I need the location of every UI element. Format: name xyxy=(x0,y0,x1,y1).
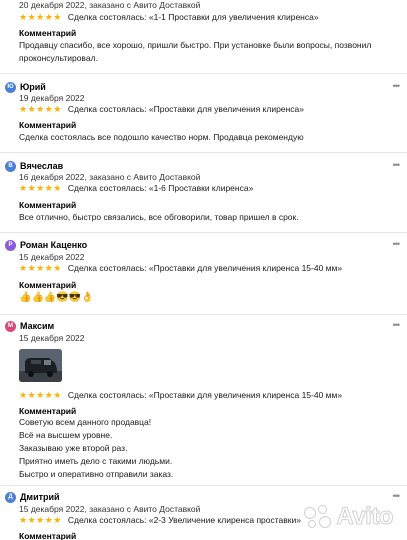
review-author: Р Роман Каценко xyxy=(5,237,87,253)
rating-stars: ★★★★★ xyxy=(19,103,62,114)
comment-line: Все отлично, быстро связались, все обгов… xyxy=(19,212,299,222)
more-icon[interactable]: ••• xyxy=(393,321,401,330)
review-date: 15 декабря 2022 xyxy=(19,252,85,262)
review-deal: ★★★★★ Сделка состоялась: «2-3 Увеличение… xyxy=(19,515,301,525)
comment-label: Комментарий xyxy=(19,120,77,130)
rating-stars: ★★★★★ xyxy=(19,389,62,400)
comment-text: Все отлично, быстро связались, все обгов… xyxy=(19,211,394,224)
review-date: 15 декабря 2022 xyxy=(19,333,85,343)
rating-stars: ★★★★★ xyxy=(19,11,62,22)
avatar[interactable]: М xyxy=(5,320,16,332)
deal-text: Сделка состоялась: «Проставки для увелич… xyxy=(67,263,343,273)
rating-stars: ★★★★★ xyxy=(19,182,62,193)
review-deal: ★★★★★ Сделка состоялась: «1-6 Проставки … xyxy=(19,183,253,193)
comment-text: 👍👍👍😎😎👌 xyxy=(19,291,394,304)
author-name[interactable]: Роман Каценко xyxy=(20,240,87,250)
divider xyxy=(0,485,407,486)
review-author: М Максим xyxy=(5,318,54,334)
van-photo-image xyxy=(19,349,62,382)
author-name[interactable]: Дмитрий xyxy=(20,492,60,502)
avito-logo-icon xyxy=(304,505,332,529)
comment-label: Комментарий xyxy=(19,406,77,416)
review-date: 15 декабря 2022, заказано с Авито Достав… xyxy=(19,504,201,514)
comment-line: проконсультировал. xyxy=(19,53,98,63)
review-date: 20 декабря 2022, заказано с Авито Достав… xyxy=(19,0,201,10)
deal-text: Сделка состоялась: «2-3 Увеличение клире… xyxy=(67,515,301,525)
deal-text: Сделка состоялась: «1-6 Проставки клирен… xyxy=(67,183,254,193)
deal-text: Сделка состоялась: «Проставки для увелич… xyxy=(67,104,304,114)
review-deal: ★★★★★ Сделка состоялась: «Проставки для … xyxy=(19,104,304,114)
review-deal: ★★★★★ Сделка состоялась: «Проставки для … xyxy=(19,263,342,273)
avatar[interactable]: Р xyxy=(5,239,16,251)
review-photo[interactable] xyxy=(19,349,62,382)
more-icon[interactable]: ••• xyxy=(393,161,401,170)
avatar[interactable]: Д xyxy=(5,491,16,503)
comment-label: Комментарий xyxy=(19,28,77,38)
review-author: Д Дмитрий xyxy=(5,489,60,505)
comment-line: Продавцу спасибо, все хорошо, пришли быс… xyxy=(19,40,372,50)
divider xyxy=(0,73,407,74)
divider xyxy=(0,232,407,233)
divider xyxy=(0,314,407,315)
comment-label: Комментарий xyxy=(19,531,77,540)
comment-line: Приятно иметь дело с такими людьми. xyxy=(19,456,173,466)
author-name[interactable]: Вячеслав xyxy=(20,161,63,171)
more-icon[interactable]: ••• xyxy=(393,82,401,91)
review-deal: ★★★★★ Сделка состоялась: «1-1 Проставки … xyxy=(19,12,319,22)
author-name[interactable]: Юрий xyxy=(20,82,46,92)
rating-stars: ★★★★★ xyxy=(19,262,62,273)
comment-text: Сделка состоялась все подошло качество н… xyxy=(19,131,394,144)
avatar[interactable]: Ю xyxy=(5,81,16,93)
more-icon[interactable]: ••• xyxy=(393,492,401,501)
comment-line: Заказываю уже второй раз. xyxy=(19,443,128,453)
avatar[interactable]: В xyxy=(5,160,16,172)
avito-watermark: Avito xyxy=(304,503,394,531)
review-date: 16 декабря 2022, заказано с Авито Достав… xyxy=(19,172,201,182)
comment-text: Советую всем данного продавца! Всё на вы… xyxy=(19,416,394,481)
deal-text: Сделка состоялась: «Проставки для увелич… xyxy=(67,390,343,400)
comment-text: Продавцу спасибо, все хорошо, пришли быс… xyxy=(19,39,394,65)
comment-label: Комментарий xyxy=(19,280,77,290)
divider xyxy=(0,152,407,153)
review-deal: ★★★★★ Сделка состоялась: «Проставки для … xyxy=(19,390,342,400)
comment-line: Всё на высшем уровне. xyxy=(19,430,113,440)
watermark-text: Avito xyxy=(336,503,394,531)
comment-line: Сделка состоялась все подошло качество н… xyxy=(19,132,304,142)
deal-text: Сделка состоялась: «1-1 Проставки для ув… xyxy=(67,12,319,22)
more-icon[interactable]: ••• xyxy=(393,240,401,249)
author-name[interactable]: Максим xyxy=(20,321,54,331)
review-date: 19 декабря 2022 xyxy=(19,93,85,103)
comment-line: 👍👍👍😎😎👌 xyxy=(19,292,94,303)
rating-stars: ★★★★★ xyxy=(19,514,62,525)
comment-line: Советую всем данного продавца! xyxy=(19,417,152,427)
comment-line: Быстро и оперативно отправили заказ. xyxy=(19,469,174,479)
comment-label: Комментарий xyxy=(19,200,77,210)
